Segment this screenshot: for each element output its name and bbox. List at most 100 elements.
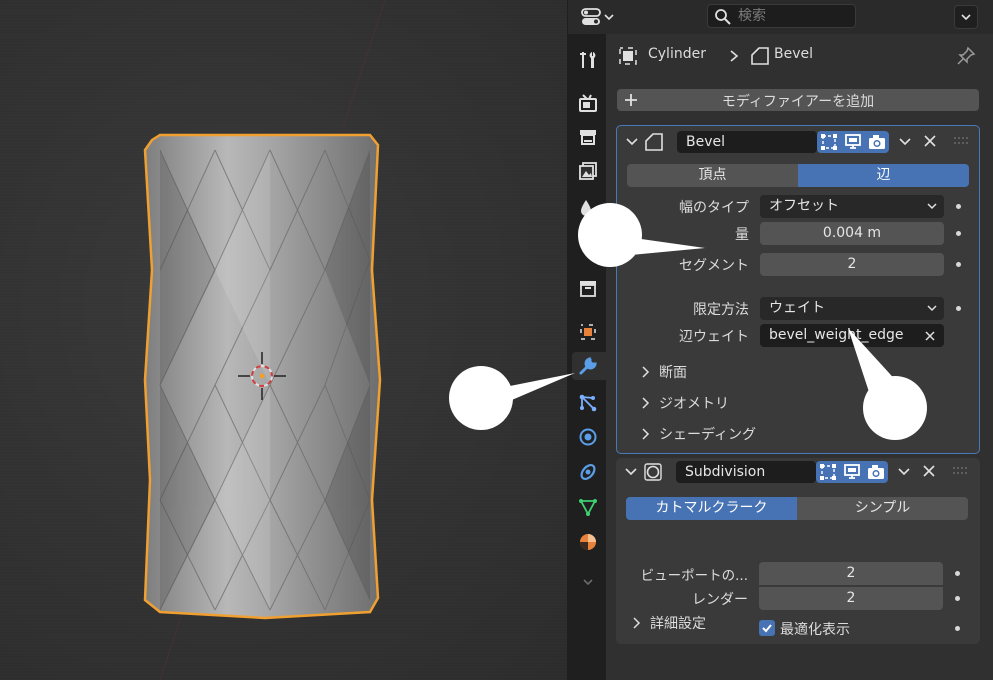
tab-constraints[interactable]: [574, 458, 602, 486]
limit-method-value: ウェイト: [769, 300, 825, 316]
search-icon: [715, 9, 731, 25]
modifier-properties: Cylinder Bevel モディファイアーを追加 Bevel 頂点 辺 幅の…: [606, 34, 993, 680]
viewport-scene: [143, 0, 386, 680]
physics-icon: [579, 428, 597, 446]
add-modifier-button[interactable]: モディファイアーを追加: [617, 89, 979, 111]
subpanel-advanced[interactable]: 詳細設定: [626, 612, 926, 634]
width-type-label: 幅のタイプ: [679, 200, 749, 216]
render-toggle[interactable]: [865, 131, 889, 153]
add-modifier-label: モディファイアーを追加: [721, 94, 875, 110]
tab-data[interactable]: [574, 493, 602, 521]
edge-weight-label: 辺ウェイト: [679, 329, 749, 345]
collapse-chevron-icon[interactable]: [625, 136, 639, 148]
material-icon: [580, 534, 596, 550]
particles-icon: [579, 394, 597, 412]
render-icon: [579, 94, 597, 112]
keyframe-dot[interactable]: [955, 626, 960, 631]
breadcrumb-modifier: Bevel: [774, 46, 814, 62]
keyframe-dot[interactable]: [956, 231, 961, 236]
tab-collection[interactable]: [574, 274, 602, 302]
subpanel-geometry-label: ジオメトリ: [659, 396, 729, 412]
render-levels-field[interactable]: 2: [759, 587, 943, 610]
drag-handle-icon[interactable]: [952, 466, 968, 476]
limit-method-label: 限定方法: [693, 302, 749, 318]
chevron-right-icon: [642, 397, 650, 409]
keyframe-dot[interactable]: [955, 571, 960, 576]
subdivision-modifier-icon: [644, 463, 662, 481]
breadcrumb: Cylinder Bevel: [616, 44, 976, 68]
tab-modifiers[interactable]: [572, 352, 606, 380]
properties-header: [568, 0, 993, 34]
output-icon: [580, 130, 596, 145]
edge-weight-field[interactable]: bevel_weight_edge: [760, 324, 944, 347]
limit-method-dropdown[interactable]: ウェイト: [760, 297, 944, 320]
simple-button[interactable]: シンプル: [797, 497, 968, 520]
3d-viewport[interactable]: [0, 0, 567, 680]
chevron-down-icon[interactable]: [897, 466, 911, 478]
object-icon: [619, 47, 637, 65]
chevron-down-icon: [927, 305, 937, 312]
clear-icon[interactable]: [924, 330, 936, 342]
subpanel-profile-label: 断面: [659, 365, 687, 381]
tab-object[interactable]: [574, 318, 602, 346]
constraints-icon: [580, 463, 596, 481]
collapse-chevron-icon[interactable]: [624, 466, 638, 478]
callout-marker: [449, 366, 513, 430]
chevron-right-icon: [642, 428, 650, 440]
editor-type-button[interactable]: [578, 5, 618, 29]
render-levels-label: レンダー: [692, 592, 748, 608]
chevron-down-icon[interactable]: [898, 136, 912, 148]
camera-icon: [869, 135, 885, 149]
subpanel-advanced-label: 詳細設定: [650, 616, 706, 632]
catmull-clark-button[interactable]: カトマルクラーク: [626, 497, 797, 520]
tab-physics[interactable]: [574, 423, 602, 451]
modifier-name-field[interactable]: Subdivision: [676, 461, 816, 483]
edit-mode-toggle[interactable]: [817, 131, 841, 153]
width-type-dropdown[interactable]: オフセット: [760, 195, 944, 218]
search-box[interactable]: [707, 4, 856, 28]
camera-icon: [868, 465, 884, 479]
edit-mode-icon: [821, 134, 837, 150]
callout-marker: [863, 376, 927, 440]
tab-render[interactable]: [574, 89, 602, 117]
search-input[interactable]: [738, 7, 848, 25]
modifier-name-field[interactable]: Bevel: [677, 131, 817, 153]
properties-tab-strip: [568, 34, 606, 680]
callout-marker: [578, 203, 642, 267]
edit-mode-toggle[interactable]: [816, 461, 840, 483]
affect-edges-button[interactable]: 辺: [798, 164, 969, 187]
tab-material[interactable]: [574, 528, 602, 556]
drag-handle-icon[interactable]: [953, 136, 969, 146]
viewport-display-toggle[interactable]: [840, 461, 864, 483]
tab-view-layer[interactable]: [574, 157, 602, 185]
viewport-display-toggle[interactable]: [841, 131, 865, 153]
tab-tool[interactable]: [574, 46, 602, 74]
properties-editor-icon: [581, 8, 614, 25]
properties-editor: Cylinder Bevel モディファイアーを追加: [567, 0, 993, 680]
render-toggle[interactable]: [864, 461, 888, 483]
viewport-levels-label: ビューポートの...: [640, 568, 748, 584]
keyframe-dot[interactable]: [956, 262, 961, 267]
amount-field[interactable]: 0.004 m: [760, 222, 944, 245]
pin-icon[interactable]: [956, 46, 976, 66]
affect-vertices-button[interactable]: 頂点: [627, 164, 798, 187]
tab-more[interactable]: [574, 568, 602, 596]
keyframe-dot[interactable]: [956, 306, 961, 311]
segments-label: セグメント: [679, 258, 749, 274]
viewport-levels-field[interactable]: 2: [759, 562, 943, 585]
tab-particles[interactable]: [574, 389, 602, 417]
header-options-dropdown[interactable]: [954, 5, 978, 29]
close-icon[interactable]: [923, 134, 937, 148]
monitor-icon: [844, 464, 860, 479]
segments-field[interactable]: 2: [760, 253, 944, 276]
edge-weight-value: bevel_weight_edge: [769, 327, 904, 343]
more-icon: [583, 579, 593, 586]
keyframe-dot[interactable]: [955, 596, 960, 601]
object-icon: [580, 324, 596, 340]
tab-output[interactable]: [574, 123, 602, 151]
keyframe-dot[interactable]: [956, 204, 961, 209]
bevel-modifier-icon: [751, 47, 769, 65]
chevron-down-icon: [927, 203, 937, 210]
visibility-toggles: [816, 461, 888, 483]
close-icon[interactable]: [922, 464, 936, 478]
